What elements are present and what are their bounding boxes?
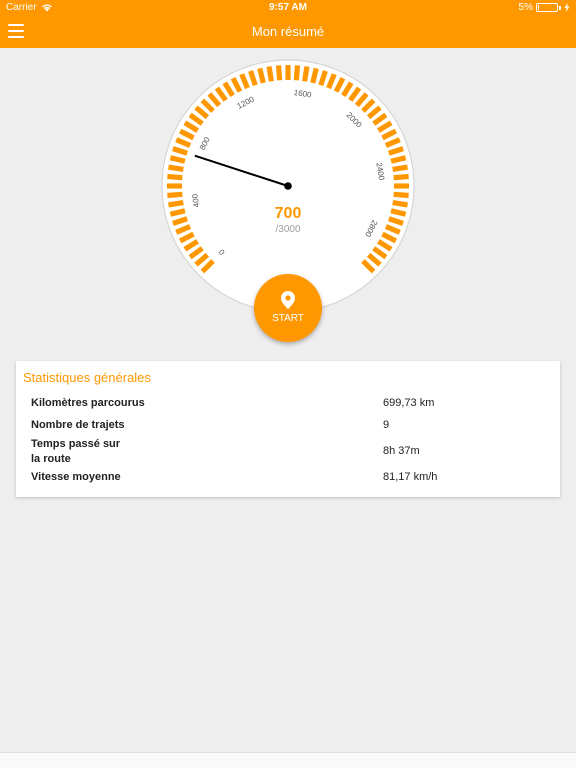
stat-label-line2: la route [31,453,71,465]
gauge-segment [167,191,183,199]
battery-percent: 5% [518,2,533,13]
battery-fill [538,5,539,10]
battery-icon [536,3,558,12]
gauge-needle-hub [284,182,292,190]
gauge-segment [257,67,266,84]
clock: 9:57 AM [269,2,307,13]
stat-label: Nombre de trajets [31,419,125,431]
gauge-segment [167,173,183,181]
bottom-bar [0,752,576,768]
battery-nub [559,5,561,10]
stat-label: Temps passé sur la route [31,437,120,467]
start-button[interactable]: START [254,274,322,342]
gauge-segment [293,65,301,81]
stat-value: 9 [383,419,390,431]
stat-value: 8h 37m [383,445,420,457]
start-button-label: START [272,313,304,324]
stat-label: Kilomètres parcourus [31,397,145,409]
gauge-segment [392,164,408,172]
bolt-icon [564,3,570,12]
gauge-max: /3000 [275,224,301,235]
app-bar: Mon résumé [0,16,576,48]
gauge-segment [302,66,310,82]
gauge-segment [168,164,184,172]
gauge-segment [393,173,409,181]
stats-card: Statistiques générales Kilomètres parcou… [16,361,560,497]
gauge-segment [310,67,319,84]
stat-value: 81,17 km/h [383,471,438,483]
status-bar: Carrier 9:57 AM 5% [0,0,576,16]
battery-group: 5% [519,2,570,13]
gauge-segment [393,191,409,199]
gauge-segment [266,66,274,82]
gauge-segment [169,155,186,164]
gauge-segment [390,155,407,164]
gauge-segment [275,65,283,81]
location-pin-icon [281,291,295,309]
page-title: Mon résumé [251,24,325,39]
stat-value: 699,73 km [383,397,435,409]
stats-title: Statistiques générales [23,370,151,385]
gauge-value: 700 [274,205,302,222]
stat-label-line1: Temps passé sur [31,438,121,450]
stat-label: Vitesse moyenne [31,471,121,483]
